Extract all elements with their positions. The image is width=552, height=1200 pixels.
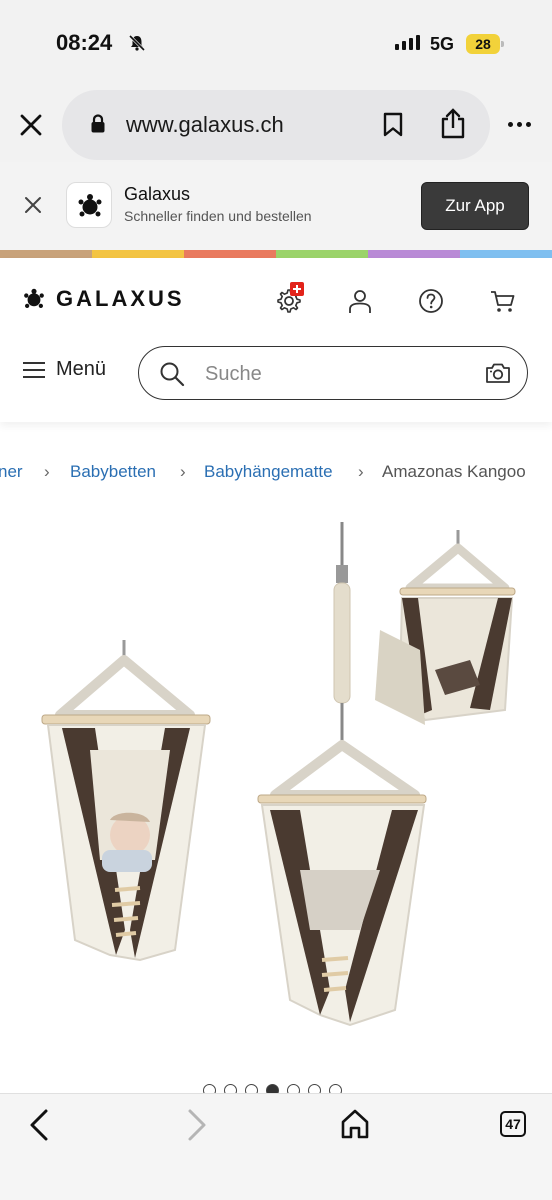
turtle-logo-icon xyxy=(78,194,102,217)
site-header: GALAXUS Menü xyxy=(0,258,552,422)
hammock-right-illustration xyxy=(375,530,516,725)
breadcrumb-item[interactable]: Babyhängematte xyxy=(204,462,333,482)
breadcrumb-item[interactable]: ner xyxy=(0,462,23,482)
hammock-middle-illustration xyxy=(257,522,427,1027)
user-account-icon[interactable] xyxy=(345,286,375,316)
color-stripe-segment xyxy=(460,250,552,258)
browser-toolbar: www.galaxus.ch xyxy=(0,90,552,162)
more-options-icon[interactable] xyxy=(508,122,531,127)
help-question-icon[interactable] xyxy=(416,286,446,316)
tabs-count-button[interactable]: 47 xyxy=(500,1111,526,1137)
status-time: 08:24 xyxy=(56,30,113,55)
smart-app-banner: Galaxus Schneller finden und bestellen Z… xyxy=(0,162,552,250)
home-icon[interactable] xyxy=(340,1108,370,1140)
hammock-left-illustration xyxy=(41,640,211,962)
browser-bottom-bar: 47 xyxy=(0,1093,552,1200)
url-text: www.galaxus.ch xyxy=(126,112,284,137)
address-bar[interactable]: www.galaxus.ch xyxy=(62,90,490,160)
color-stripe-segment xyxy=(368,250,460,258)
product-image[interactable] xyxy=(0,510,552,1080)
hamburger-menu-icon xyxy=(23,361,45,378)
color-stripe-segment xyxy=(0,250,92,258)
bookmark-icon[interactable] xyxy=(382,112,404,138)
close-icon[interactable] xyxy=(18,112,44,138)
breadcrumb-separator-icon: › xyxy=(180,462,186,481)
shopping-cart-icon[interactable] xyxy=(488,286,518,316)
breadcrumb-separator-icon: › xyxy=(44,462,50,481)
share-icon[interactable] xyxy=(440,108,466,140)
camera-search-icon[interactable] xyxy=(485,361,511,385)
battery-tip xyxy=(501,41,504,47)
status-bar: 08:24 5G 28 xyxy=(0,0,552,90)
search-icon xyxy=(160,362,185,387)
breadcrumb-separator-icon: › xyxy=(358,462,364,481)
forward-arrow-icon[interactable] xyxy=(184,1108,210,1142)
search-bar[interactable] xyxy=(138,346,528,400)
turtle-logo-icon xyxy=(24,288,44,308)
color-stripe-segment xyxy=(184,250,276,258)
back-arrow-icon[interactable] xyxy=(26,1108,52,1142)
app-name: Galaxus xyxy=(124,184,191,204)
search-input[interactable] xyxy=(205,361,465,387)
galaxus-logo[interactable]: GALAXUS xyxy=(22,286,185,312)
menu-label: Menü xyxy=(56,358,107,380)
breadcrumb-current: Amazonas Kangoo xyxy=(382,462,526,481)
app-tagline: Schneller finden und bestellen xyxy=(124,208,312,224)
app-icon xyxy=(66,182,112,228)
network-type: 5G xyxy=(430,34,455,54)
logo-text: GALAXUS xyxy=(56,286,185,311)
swiss-flag-icon xyxy=(290,282,304,296)
color-stripe-segment xyxy=(92,250,184,258)
menu-button[interactable]: Menü xyxy=(22,358,106,381)
signal-icon xyxy=(395,35,420,50)
breadcrumb: ner › Babybetten › Babyhängematte › Amaz… xyxy=(0,460,552,486)
brand-color-stripe xyxy=(0,250,552,258)
breadcrumb-item[interactable]: Babybetten xyxy=(70,462,156,482)
open-app-button[interactable]: Zur App xyxy=(421,182,529,230)
lock-icon xyxy=(91,114,105,133)
color-stripe-segment xyxy=(276,250,368,258)
banner-close-icon[interactable] xyxy=(24,196,42,214)
bell-muted-icon xyxy=(128,34,146,52)
battery-icon: 28 xyxy=(466,34,500,54)
